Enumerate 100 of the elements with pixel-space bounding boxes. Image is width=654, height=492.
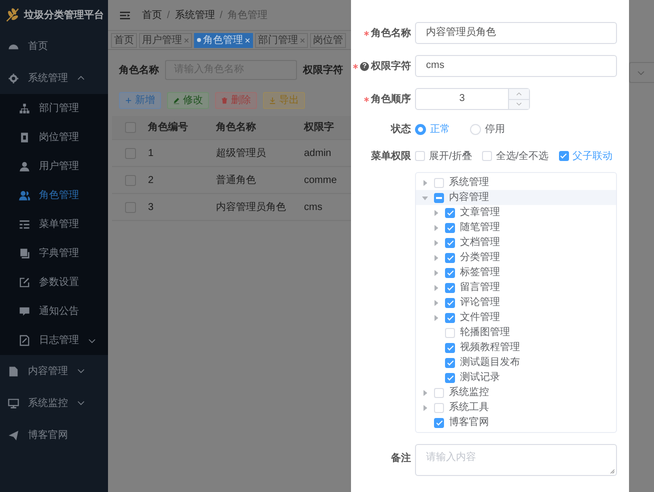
tree-node[interactable]: 博客官网 <box>416 415 616 430</box>
tab[interactable]: 首页 <box>111 32 137 48</box>
chevron-down-icon <box>637 68 645 76</box>
users-icon <box>19 190 30 201</box>
column-header: 角色名称 <box>216 122 256 133</box>
list-icon <box>19 219 30 230</box>
sidebar-item[interactable]: 字典管理 <box>0 239 108 268</box>
checkbox-option[interactable]: 父子联动 <box>558 148 613 164</box>
checkbox[interactable] <box>445 312 455 322</box>
checkbox[interactable] <box>445 342 455 352</box>
sidebar-item[interactable]: 岗位管理 <box>0 123 108 152</box>
sidebar-item[interactable]: 首页 <box>0 30 108 62</box>
chevron-up-icon <box>516 90 522 97</box>
toolbar-button[interactable]: 修改 <box>167 92 209 109</box>
monitor-icon <box>8 398 19 408</box>
tree-node[interactable]: 测试题目发布 <box>416 355 616 370</box>
select-field[interactable] <box>629 62 654 83</box>
field-label: 权限字符 <box>303 63 343 78</box>
edit-icon <box>19 277 30 288</box>
tree-node[interactable]: 随笔管理 <box>416 220 616 235</box>
table-cell: 超级管理员 <box>216 148 266 158</box>
tab[interactable]: 岗位管 <box>310 32 346 48</box>
table-cell: 3 <box>148 202 154 212</box>
chat-icon <box>19 306 30 317</box>
checkbox-option[interactable]: 展开/折叠 <box>415 148 472 164</box>
breadcrumb-separator: / <box>167 8 170 22</box>
tree-node[interactable]: 视频教程管理 <box>416 340 616 355</box>
tree-node[interactable]: 文章管理 <box>416 205 616 220</box>
column-header: 权限字 <box>304 122 334 133</box>
plus-icon <box>125 97 132 104</box>
checkbox[interactable] <box>445 208 455 218</box>
input-field[interactable]: 内容管理员角色 <box>415 22 617 44</box>
sidebar-item[interactable]: 系统管理 <box>0 62 108 94</box>
breadcrumb-link[interactable]: 系统管理 <box>174 8 215 22</box>
menu-icon <box>120 10 130 20</box>
radio-option[interactable]: 停用 <box>470 122 505 136</box>
tree-node[interactable]: 文档管理 <box>416 235 616 250</box>
table-cell: cms <box>304 202 322 212</box>
checkbox[interactable] <box>445 222 455 232</box>
tab[interactable]: 角色管理 <box>194 32 253 48</box>
tree-node[interactable]: 系统监控 <box>416 385 616 400</box>
checkbox[interactable] <box>445 252 455 262</box>
sidebar-item[interactable]: 菜单管理 <box>0 210 108 239</box>
field-label: 角色顺序 <box>371 92 411 106</box>
checkbox[interactable] <box>434 418 444 428</box>
sidebar-item[interactable]: 角色管理 <box>0 181 108 210</box>
table-cell: admin <box>304 148 332 158</box>
checkbox[interactable] <box>445 298 455 308</box>
field-label: 状态 <box>391 122 411 136</box>
sidebar-item[interactable]: 内容管理 <box>0 355 108 387</box>
sidebar-item[interactable]: 系统监控 <box>0 387 108 419</box>
tab[interactable]: 部门管理 <box>255 32 308 48</box>
note-icon <box>19 335 30 346</box>
sidebar-item[interactable]: 通知公告 <box>0 297 108 326</box>
tree-node[interactable]: 内容管理 <box>416 190 616 205</box>
table-cell: 普通角色 <box>216 174 256 186</box>
paper-plane-icon <box>8 430 19 440</box>
column-header: 角色编号 <box>148 122 188 133</box>
tree-node[interactable]: 文件管理 <box>416 310 616 325</box>
tree-node[interactable]: 系统工具 <box>416 400 616 415</box>
chevron-down-icon <box>516 101 522 108</box>
radio-option[interactable]: 正常 <box>415 122 450 136</box>
breadcrumb-link[interactable]: 首页 <box>142 8 162 22</box>
checkbox[interactable] <box>434 192 444 202</box>
breadcrumb-separator: / <box>220 8 223 22</box>
tree-node[interactable]: 测试记录 <box>416 370 616 385</box>
sidebar-item[interactable]: 用户管理 <box>0 152 108 181</box>
sidebar-item[interactable]: 博客官网 <box>0 419 108 451</box>
checkbox[interactable] <box>445 238 455 248</box>
org-chart-icon <box>19 103 30 114</box>
tree-node[interactable]: 留言管理 <box>416 280 616 295</box>
download-icon <box>269 97 276 104</box>
field-label: 备注 <box>391 451 411 466</box>
tree-node[interactable]: 标签管理 <box>416 265 616 280</box>
sidebar-item[interactable]: 部门管理 <box>0 94 108 123</box>
checkbox[interactable] <box>445 282 455 292</box>
tab[interactable]: 用户管理 <box>139 32 192 48</box>
wheat-logo-icon <box>5 7 21 23</box>
resize-grip-icon <box>610 469 615 474</box>
trash-icon <box>221 97 228 104</box>
field-label: 角色名称 <box>371 26 411 40</box>
checkbox[interactable] <box>445 358 455 368</box>
field-label: 菜单权限 <box>371 150 411 164</box>
number-field[interactable]: 3 <box>415 88 530 110</box>
sidebar-item[interactable]: 日志管理 <box>0 326 108 355</box>
tree-node[interactable]: 系统管理 <box>416 175 616 190</box>
tree-node[interactable]: 轮播图管理 <box>416 325 616 340</box>
field-label: 权限字符 <box>371 59 411 74</box>
dot-icon <box>197 38 201 42</box>
table-cell: 1 <box>148 148 154 158</box>
tree-node[interactable]: 评论管理 <box>416 295 616 310</box>
sidebar-item[interactable]: 参数设置 <box>0 268 108 297</box>
checkbox[interactable] <box>445 372 455 382</box>
checkbox[interactable] <box>445 268 455 278</box>
input-field[interactable]: cms <box>415 55 617 77</box>
tree-node[interactable]: 分类管理 <box>416 250 616 265</box>
pencil-icon <box>173 97 180 104</box>
field-label: 角色名称 <box>119 64 159 78</box>
table-cell: 内容管理员角色 <box>216 202 286 212</box>
checkbox-option[interactable]: 全选/全不选 <box>482 148 549 164</box>
